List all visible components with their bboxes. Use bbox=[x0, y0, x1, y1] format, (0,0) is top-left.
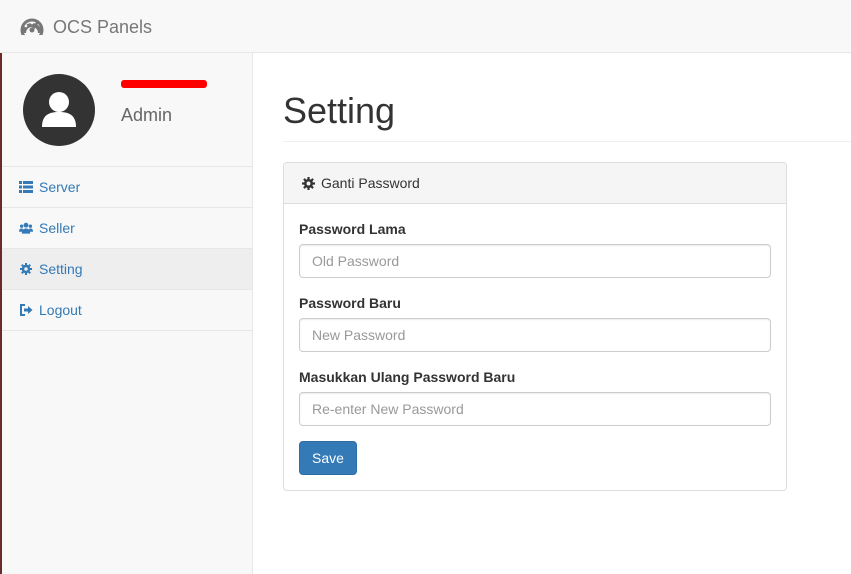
gear-icon bbox=[19, 262, 33, 276]
list-icon bbox=[19, 180, 33, 194]
users-icon bbox=[19, 221, 33, 235]
sidebar-item-label: Server bbox=[39, 179, 81, 195]
old-password-label: Password Lama bbox=[299, 221, 406, 237]
new-password-field[interactable] bbox=[299, 318, 771, 352]
panel-heading-title: Ganti Password bbox=[321, 175, 420, 191]
page-title: Setting bbox=[283, 90, 396, 131]
save-button[interactable]: Save bbox=[299, 441, 357, 475]
change-password-panel: Ganti Password Password Lama Password Ba… bbox=[283, 162, 787, 491]
sidebar-item-label: Seller bbox=[39, 220, 75, 236]
confirm-password-label: Masukkan Ulang Password Baru bbox=[299, 369, 516, 385]
user-avatar-icon bbox=[23, 74, 95, 146]
gear-icon bbox=[302, 176, 315, 190]
brand-title: OCS Panels bbox=[53, 16, 153, 37]
user-role: Admin bbox=[121, 105, 173, 125]
confirm-password-field[interactable] bbox=[299, 392, 771, 426]
dashboard-icon bbox=[19, 14, 45, 42]
sidebar-item-seller[interactable]: Seller bbox=[0, 208, 252, 249]
sidebar-item-logout[interactable]: Logout bbox=[0, 290, 252, 331]
sidebar: Admin Server Seller Setting Logout bbox=[0, 53, 253, 574]
username-redacted bbox=[121, 80, 207, 88]
title-divider bbox=[283, 141, 851, 142]
user-profile: Admin bbox=[0, 53, 252, 167]
sidebar-menu: Server Seller Setting Logout bbox=[0, 167, 252, 331]
sidebar-item-label: Setting bbox=[39, 261, 83, 277]
window-left-border bbox=[0, 53, 2, 574]
top-navbar: OCS Panels bbox=[0, 0, 851, 53]
new-password-label: Password Baru bbox=[299, 295, 401, 311]
panel-heading: Ganti Password bbox=[284, 163, 786, 204]
sidebar-item-label: Logout bbox=[39, 302, 82, 318]
sidebar-item-server[interactable]: Server bbox=[0, 167, 252, 208]
sidebar-item-setting[interactable]: Setting bbox=[0, 249, 252, 290]
old-password-field[interactable] bbox=[299, 244, 771, 278]
logout-icon bbox=[19, 303, 33, 317]
brand-link[interactable]: OCS Panels bbox=[19, 14, 153, 42]
